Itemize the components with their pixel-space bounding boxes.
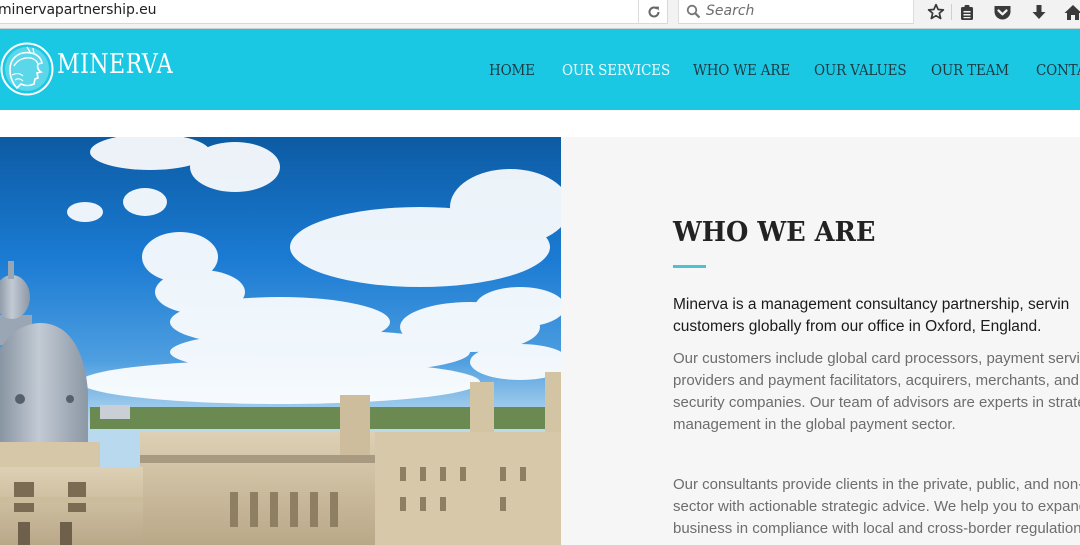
bookmark-star-button[interactable]: [925, 2, 947, 22]
search-icon: [686, 4, 701, 19]
nav-our-team[interactable]: OUR TEAM: [931, 61, 1009, 79]
paragraph-line: Our customers include global card proces…: [673, 350, 1080, 367]
section-title: WHO WE ARE: [673, 217, 876, 248]
url-text[interactable]: minervapartnership.eu: [0, 2, 156, 18]
pocket-icon: [994, 5, 1010, 19]
oxford-skyline-illustration: [0, 137, 561, 545]
reading-list-button[interactable]: [956, 2, 978, 22]
customers-paragraph: Our customers include global card proces…: [673, 348, 1080, 436]
toolbar-separator: [951, 4, 952, 20]
paragraph-line: business in compliance with local and cr…: [673, 520, 1080, 537]
paragraph-line: providers and payment facilitators, acqu…: [673, 372, 1080, 389]
paragraph-line: Our consultants provide clients in the p…: [673, 476, 1080, 493]
search-input[interactable]: Search: [678, 0, 914, 24]
nav-our-services[interactable]: OUR SERVICES: [562, 61, 670, 79]
nav-home[interactable]: HOME: [489, 61, 535, 79]
lead-line: Minerva is a management consultancy part…: [673, 296, 1070, 313]
reading-list-icon: [961, 4, 973, 20]
browser-toolbar: minervapartnership.eu Search: [0, 0, 1080, 29]
nav-who-we-are[interactable]: WHO WE ARE: [693, 61, 790, 79]
lead-paragraph: Minerva is a management consultancy part…: [673, 294, 1080, 338]
home-icon: [1064, 4, 1080, 20]
paragraph-line: management in the global payment sector.: [673, 416, 956, 433]
nav-our-values[interactable]: OUR VALUES: [814, 61, 907, 79]
site-header: MINERVA HOME OUR SERVICES WHO WE ARE OUR…: [0, 29, 1080, 110]
download-button[interactable]: [1028, 2, 1050, 22]
main-nav: HOME OUR SERVICES WHO WE ARE OUR VALUES …: [0, 29, 1080, 110]
reload-icon: [648, 6, 659, 18]
nav-contact[interactable]: CONTA: [1036, 61, 1080, 79]
home-button[interactable]: [1062, 2, 1080, 22]
paragraph-line: sector with actionable strategic advice.…: [673, 498, 1080, 515]
title-accent-divider: [673, 265, 706, 268]
search-placeholder: Search: [706, 3, 755, 19]
download-icon: [1032, 4, 1046, 19]
reload-button[interactable]: [638, 0, 668, 24]
address-bar[interactable]: minervapartnership.eu: [0, 0, 668, 24]
hero-image-oxford: [0, 137, 561, 545]
bookmark-star-icon: [927, 3, 945, 20]
paragraph-line: security companies. Our team of advisors…: [673, 394, 1080, 411]
who-we-are-section: WHO WE ARE Minerva is a management consu…: [561, 137, 1080, 545]
lead-line: customers globally from our office in Ox…: [673, 318, 1042, 335]
pocket-button[interactable]: [991, 2, 1013, 22]
consultants-paragraph: Our consultants provide clients in the p…: [673, 474, 1080, 540]
